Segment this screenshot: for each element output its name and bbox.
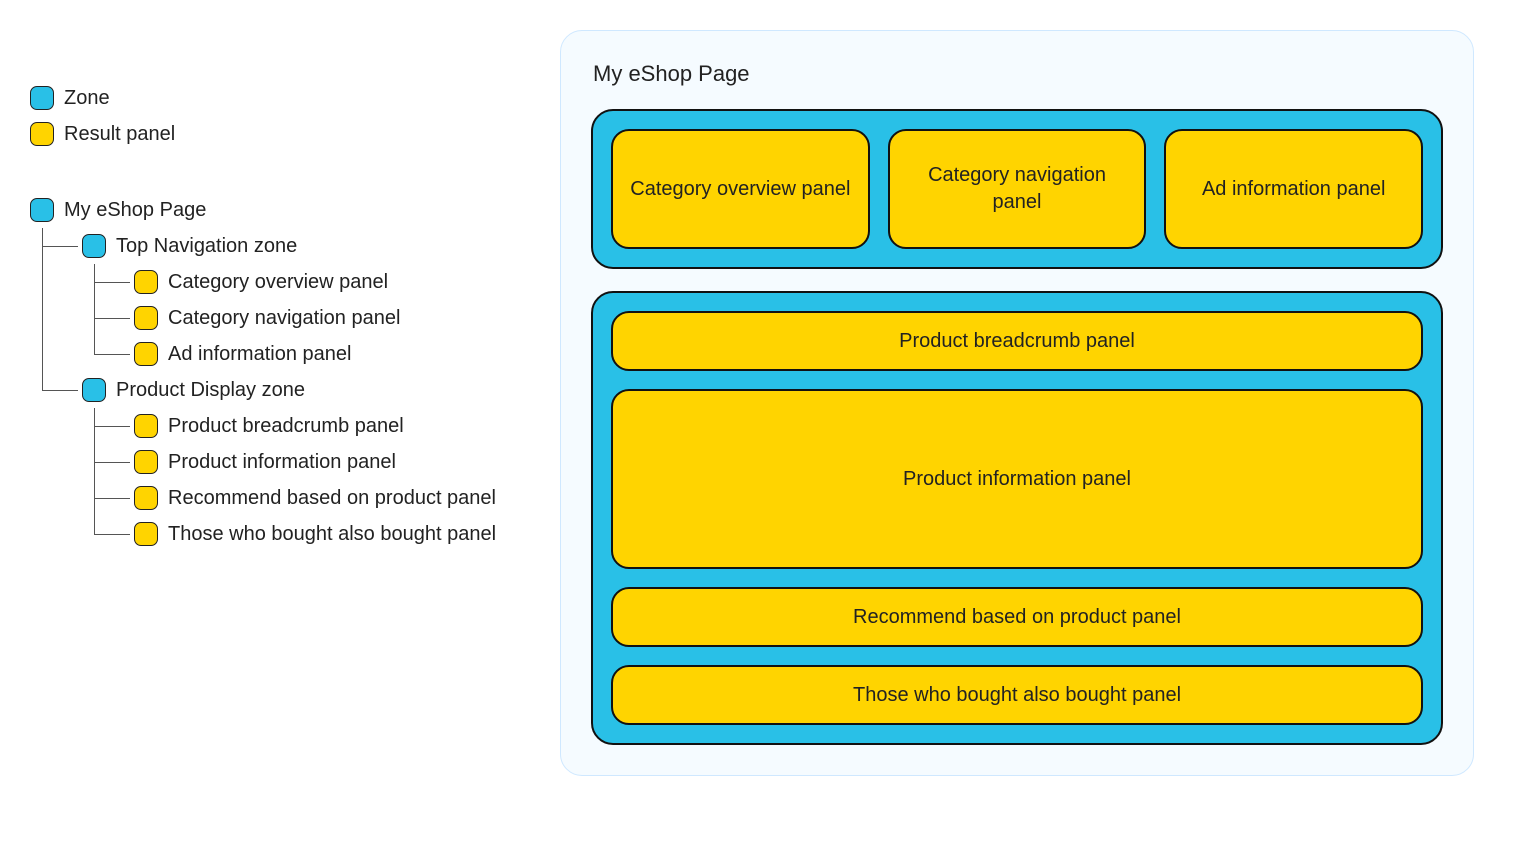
category-overview-panel: Category overview panel <box>611 129 870 249</box>
category-navigation-panel: Category navigation panel <box>888 129 1147 249</box>
tree-label: Those who bought also bought panel <box>168 523 496 546</box>
recommend-based-on-product-panel: Recommend based on product panel <box>611 587 1423 647</box>
panel-swatch-icon <box>30 122 54 146</box>
tree-panel-node[interactable]: Product information panel <box>134 444 540 480</box>
tree-label: Top Navigation zone <box>116 235 297 258</box>
zone-swatch-icon <box>30 198 54 222</box>
tree-zone-node[interactable]: Product Display zone Product breadcrumb … <box>82 372 540 552</box>
legend-item-panel: Result panel <box>30 116 540 152</box>
page-mockup: My eShop Page Category overview panel Ca… <box>560 30 1474 776</box>
zone-swatch-icon <box>82 378 106 402</box>
panel-swatch-icon <box>134 522 158 546</box>
product-information-panel: Product information panel <box>611 389 1423 569</box>
tree-view: My eShop Page Top Navigation zone <box>30 192 540 552</box>
tree-label: Ad information panel <box>168 343 351 366</box>
product-breadcrumb-panel: Product breadcrumb panel <box>611 311 1423 371</box>
tree-zone-node[interactable]: Top Navigation zone Category overview pa… <box>82 228 540 372</box>
tree-panel-node[interactable]: Product breadcrumb panel <box>134 408 540 444</box>
tree-label: Product breadcrumb panel <box>168 415 404 438</box>
tree-panel-node[interactable]: Those who bought also bought panel <box>134 516 540 552</box>
tree-root-node[interactable]: My eShop Page Top Navigation zone <box>30 192 540 552</box>
diagram-root: Zone Result panel My eShop Page <box>0 0 1514 854</box>
page-title: My eShop Page <box>593 61 1443 87</box>
those-who-bought-also-bought-panel: Those who bought also bought panel <box>611 665 1423 725</box>
product-display-zone: Product breadcrumb panel Product informa… <box>591 291 1443 745</box>
tree-panel-node[interactable]: Category overview panel <box>134 264 540 300</box>
panel-label: Ad information panel <box>1202 176 1385 203</box>
panel-swatch-icon <box>134 306 158 330</box>
panel-label: Category overview panel <box>630 176 850 203</box>
legend-item-zone: Zone <box>30 80 540 116</box>
panel-swatch-icon <box>134 414 158 438</box>
legend-label: Zone <box>64 87 110 110</box>
panel-swatch-icon <box>134 342 158 366</box>
legend-label: Result panel <box>64 123 175 146</box>
panel-label: Product information panel <box>903 466 1131 493</box>
tree-panel-node[interactable]: Ad information panel <box>134 336 540 372</box>
ad-information-panel: Ad information panel <box>1164 129 1423 249</box>
tree-label: Recommend based on product panel <box>168 487 496 510</box>
panel-swatch-icon <box>134 450 158 474</box>
panel-label: Category navigation panel <box>902 162 1133 216</box>
zone-swatch-icon <box>30 86 54 110</box>
tree-label: Category navigation panel <box>168 307 400 330</box>
zone-swatch-icon <box>82 234 106 258</box>
panel-swatch-icon <box>134 270 158 294</box>
tree-label: Category overview panel <box>168 271 388 294</box>
panel-label: Recommend based on product panel <box>853 604 1181 631</box>
panel-label: Product breadcrumb panel <box>899 328 1135 355</box>
tree-panel-node[interactable]: Recommend based on product panel <box>134 480 540 516</box>
panel-label: Those who bought also bought panel <box>853 682 1181 709</box>
legend: Zone Result panel <box>30 80 540 152</box>
tree-panel-node[interactable]: Category navigation panel <box>134 300 540 336</box>
left-column: Zone Result panel My eShop Page <box>0 0 560 854</box>
right-column: My eShop Page Category overview panel Ca… <box>560 0 1514 854</box>
panel-swatch-icon <box>134 486 158 510</box>
top-navigation-zone: Category overview panel Category navigat… <box>591 109 1443 269</box>
tree-label: My eShop Page <box>64 199 206 222</box>
tree-label: Product information panel <box>168 451 396 474</box>
tree-label: Product Display zone <box>116 379 305 402</box>
